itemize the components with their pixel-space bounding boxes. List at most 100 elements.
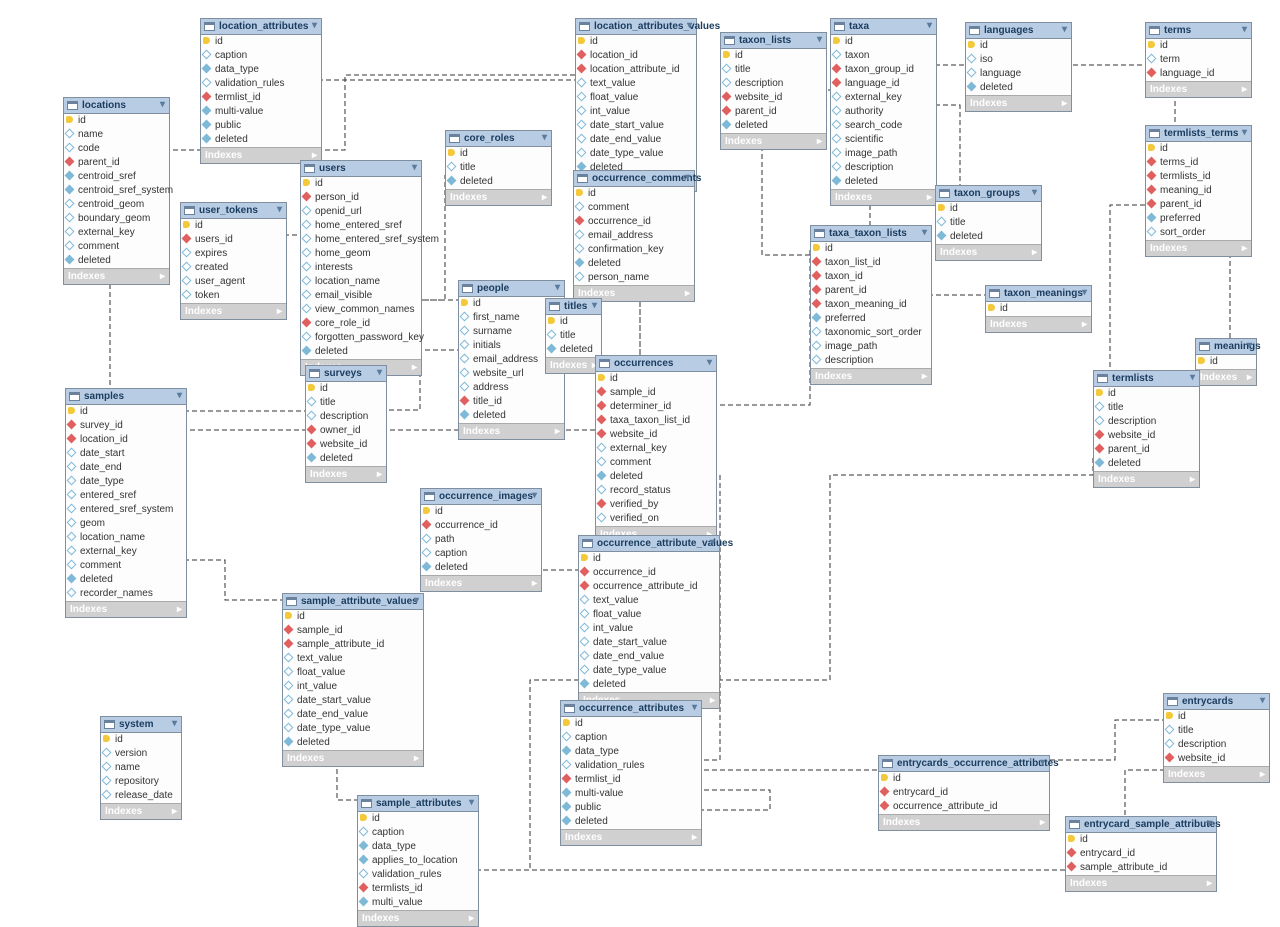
column-multi-value[interactable]: multi-value (561, 787, 701, 801)
column-website-id[interactable]: website_id (1094, 429, 1199, 443)
column-id[interactable]: id (546, 315, 601, 329)
indexes-section[interactable]: Indexes (446, 189, 551, 205)
column-termlists-id[interactable]: termlists_id (358, 882, 478, 896)
column-authority[interactable]: authority (831, 105, 936, 119)
column-public[interactable]: public (561, 801, 701, 815)
column-occurrence-id[interactable]: occurrence_id (574, 215, 694, 229)
column-validation-rules[interactable]: validation_rules (358, 868, 478, 882)
indexes-section[interactable]: Indexes (1196, 369, 1256, 385)
column-data-type[interactable]: data_type (201, 63, 321, 77)
column-website-id[interactable]: website_id (1164, 752, 1269, 766)
column-website-id[interactable]: website_id (596, 428, 716, 442)
column-id[interactable]: id (1094, 387, 1199, 401)
column-address[interactable]: address (459, 381, 564, 395)
column-record-status[interactable]: record_status (596, 484, 716, 498)
column-language-id[interactable]: language_id (831, 77, 936, 91)
column-deleted[interactable]: deleted (721, 119, 826, 133)
entity-header[interactable]: entrycards_occurrence_attributes (879, 756, 1049, 772)
entity-occurrence-attribute-values[interactable]: occurrence_attribute_valuesidoccurrence_… (578, 535, 720, 709)
entity-header[interactable]: entrycards (1164, 694, 1269, 710)
column-title[interactable]: title (306, 396, 386, 410)
column-title[interactable]: title (446, 161, 551, 175)
column-sample-attribute-id[interactable]: sample_attribute_id (1066, 861, 1216, 875)
column-forgotten-password-key[interactable]: forgotten_password_key (301, 331, 421, 345)
column-users-id[interactable]: users_id (181, 233, 286, 247)
entity-header[interactable]: terms (1146, 23, 1251, 39)
column-id[interactable]: id (986, 302, 1091, 316)
entity-occurrence-comments[interactable]: occurrence_commentsidcommentoccurrence_i… (573, 170, 695, 302)
column-recorder-names[interactable]: recorder_names (66, 587, 186, 601)
entity-termlists-terms[interactable]: termlists_termsidterms_idtermlists_idmea… (1145, 125, 1252, 257)
column-date-end-value[interactable]: date_end_value (283, 708, 423, 722)
entity-languages[interactable]: languagesidisolanguagedeletedIndexes (965, 22, 1072, 112)
column-termlist-id[interactable]: termlist_id (201, 91, 321, 105)
column-sample-attribute-id[interactable]: sample_attribute_id (283, 638, 423, 652)
column-id[interactable]: id (576, 35, 696, 49)
column-website-id[interactable]: website_id (721, 91, 826, 105)
column-date-type[interactable]: date_type (66, 475, 186, 489)
column-description[interactable]: description (1094, 415, 1199, 429)
column-comment[interactable]: comment (64, 240, 169, 254)
entity-users[interactable]: usersidperson_idopenid_urlhome_entered_s… (300, 160, 422, 376)
column-deleted[interactable]: deleted (283, 736, 423, 750)
entity-taxon-meanings[interactable]: taxon_meaningsidIndexes (985, 285, 1092, 333)
column-title[interactable]: title (936, 216, 1041, 230)
column-description[interactable]: description (306, 410, 386, 424)
column-entered-sref-system[interactable]: entered_sref_system (66, 503, 186, 517)
column-id[interactable]: id (811, 242, 931, 256)
entity-header[interactable]: sample_attributes (358, 796, 478, 812)
column-entrycard-id[interactable]: entrycard_id (1066, 847, 1216, 861)
column-description[interactable]: description (811, 354, 931, 368)
column-deleted[interactable]: deleted (64, 254, 169, 268)
entity-titles[interactable]: titlesidtitledeletedIndexes (545, 298, 602, 374)
column-id[interactable]: id (101, 733, 181, 747)
entity-header[interactable]: entrycard_sample_attributes (1066, 817, 1216, 833)
column-date-end-value[interactable]: date_end_value (579, 650, 719, 664)
entity-header[interactable]: surveys (306, 366, 386, 382)
column-home-entered-sref-system[interactable]: home_entered_sref_system (301, 233, 421, 247)
column-occurrence-attribute-id[interactable]: occurrence_attribute_id (879, 800, 1049, 814)
column-date-start-value[interactable]: date_start_value (579, 636, 719, 650)
column-id[interactable]: id (181, 219, 286, 233)
entity-header[interactable]: titles (546, 299, 601, 315)
column-taxon[interactable]: taxon (831, 49, 936, 63)
column-deleted[interactable]: deleted (579, 678, 719, 692)
column-taxon-list-id[interactable]: taxon_list_id (811, 256, 931, 270)
column-id[interactable]: id (421, 505, 541, 519)
column-person-name[interactable]: person_name (574, 271, 694, 285)
entity-occurrence-images[interactable]: occurrence_imagesidoccurrence_idpathcapt… (420, 488, 542, 592)
entity-header[interactable]: occurrence_attribute_values (579, 536, 719, 552)
column-date-end-value[interactable]: date_end_value (576, 133, 696, 147)
column-occurrence-attribute-id[interactable]: occurrence_attribute_id (579, 580, 719, 594)
indexes-section[interactable]: Indexes (306, 466, 386, 482)
column-external-key[interactable]: external_key (831, 91, 936, 105)
column-title[interactable]: title (546, 329, 601, 343)
column-confirmation-key[interactable]: confirmation_key (574, 243, 694, 257)
column-taxonomic-sort-order[interactable]: taxonomic_sort_order (811, 326, 931, 340)
column-external-key[interactable]: external_key (66, 545, 186, 559)
column-deleted[interactable]: deleted (459, 409, 564, 423)
column-parent-id[interactable]: parent_id (64, 156, 169, 170)
column-parent-id[interactable]: parent_id (1146, 198, 1251, 212)
column-centroid-sref-system[interactable]: centroid_sref_system (64, 184, 169, 198)
indexes-section[interactable]: Indexes (879, 814, 1049, 830)
entity-taxa[interactable]: taxaidtaxontaxon_group_idlanguage_idexte… (830, 18, 937, 206)
entity-header[interactable]: samples (66, 389, 186, 405)
column-id[interactable]: id (1196, 355, 1256, 369)
column-termlists-id[interactable]: termlists_id (1146, 170, 1251, 184)
column-centroid-sref[interactable]: centroid_sref (64, 170, 169, 184)
column-deleted[interactable]: deleted (831, 175, 936, 189)
entity-location-attributes-values[interactable]: location_attributes_valuesidlocation_idl… (575, 18, 697, 192)
column-survey-id[interactable]: survey_id (66, 419, 186, 433)
column-id[interactable]: id (596, 372, 716, 386)
column-terms-id[interactable]: terms_id (1146, 156, 1251, 170)
entity-header[interactable]: meanings (1196, 339, 1256, 355)
column-float-value[interactable]: float_value (576, 91, 696, 105)
column-parent-id[interactable]: parent_id (1094, 443, 1199, 457)
column-release-date[interactable]: release_date (101, 789, 181, 803)
column-public[interactable]: public (201, 119, 321, 133)
column-deleted[interactable]: deleted (201, 133, 321, 147)
column-owner-id[interactable]: owner_id (306, 424, 386, 438)
entity-system[interactable]: systemidversionnamerepositoryrelease_dat… (100, 716, 182, 820)
column-date-type-value[interactable]: date_type_value (283, 722, 423, 736)
